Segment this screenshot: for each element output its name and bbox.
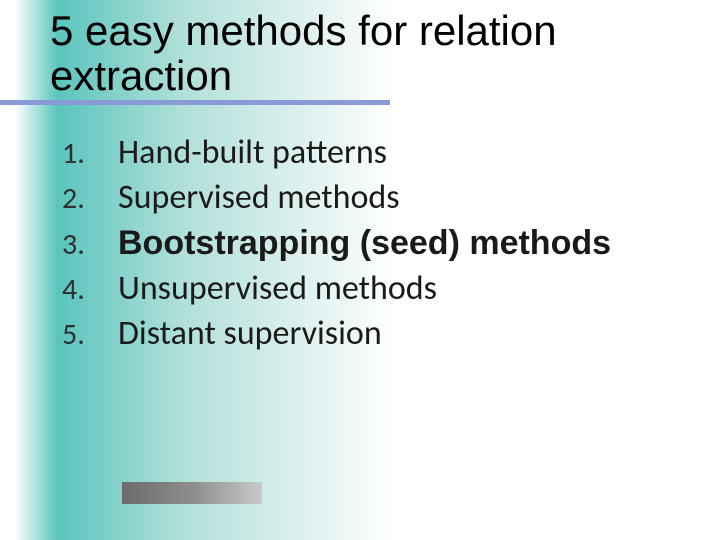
item-text: Distant supervision <box>118 314 382 355</box>
list-item: 3. Bootstrapping (seed) methods <box>62 222 642 265</box>
methods-list: 1. Hand-built patterns 2. Supervised met… <box>62 133 642 355</box>
item-number: 2. <box>62 178 118 217</box>
list-item: 5. Distant supervision <box>62 314 642 355</box>
list-item: 4. Unsupervised methods <box>62 269 642 310</box>
item-number: 5. <box>62 314 118 353</box>
item-number: 4. <box>62 269 118 308</box>
list-item: 1. Hand-built patterns <box>62 133 642 174</box>
item-text: Unsupervised methods <box>118 269 437 310</box>
title-block: 5 easy methods for relation extraction <box>0 0 720 99</box>
decorative-bar <box>122 482 262 504</box>
slide-title: 5 easy methods for relation extraction <box>50 8 720 99</box>
item-text: Bootstrapping (seed) methods <box>118 222 611 265</box>
item-text: Supervised methods <box>118 178 400 219</box>
list-item: 2. Supervised methods <box>62 178 642 219</box>
item-number: 3. <box>62 222 118 263</box>
item-number: 1. <box>62 133 118 172</box>
title-underline <box>0 100 390 105</box>
item-text: Hand-built patterns <box>118 133 387 174</box>
